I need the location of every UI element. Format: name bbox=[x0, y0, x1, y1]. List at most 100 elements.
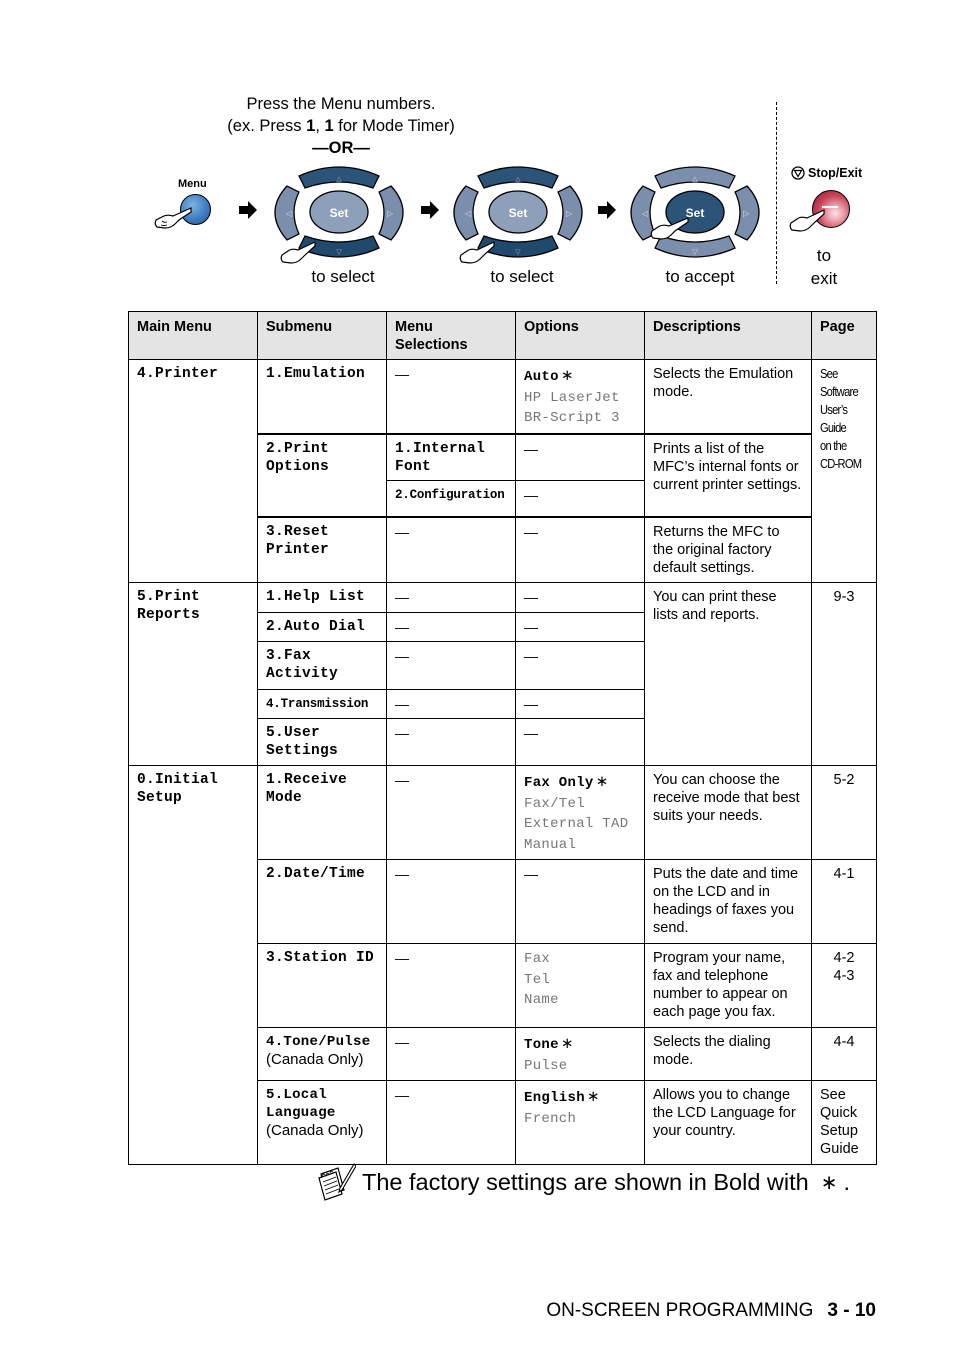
page-print-reports: 9-3 bbox=[811, 582, 877, 766]
note-text: The factory settings are shown in Bold w… bbox=[362, 1168, 809, 1195]
pointing-hand-icon bbox=[650, 217, 689, 240]
instruction-line-1: Press the Menu numbers. bbox=[246, 95, 436, 113]
header-menu-selections: Menu Selections bbox=[386, 311, 516, 360]
description-emulation: Selects the Emulation mode. bbox=[644, 359, 812, 434]
submenu-help-list: 1.Help List bbox=[257, 582, 387, 613]
option-none: — bbox=[515, 515, 645, 583]
submenu-station-id: 3.Station ID bbox=[257, 943, 387, 1028]
menu-selection: — bbox=[386, 582, 516, 613]
option: Manual bbox=[524, 836, 577, 853]
header-descriptions: Descriptions bbox=[644, 311, 812, 360]
svg-text:▽: ▽ bbox=[515, 249, 521, 256]
options-station-id: Fax Tel Name bbox=[515, 943, 645, 1028]
header-submenu: Submenu bbox=[257, 311, 387, 360]
submenu-auto-dial: 2.Auto Dial bbox=[257, 612, 387, 642]
options-receive-mode: Fax Only ∗ Fax/Tel External TAD Manual bbox=[515, 765, 645, 860]
arrow-right-icon bbox=[239, 201, 257, 219]
option-default: Auto ∗ bbox=[524, 366, 574, 385]
option-none: — bbox=[515, 432, 645, 481]
option: Fax/Tel bbox=[524, 795, 585, 812]
pointing-hand-icon bbox=[280, 241, 316, 264]
pointing-hand-icon bbox=[789, 209, 825, 232]
submenu-print-options: 2.Print Options bbox=[257, 432, 387, 517]
option-none: — bbox=[515, 641, 645, 690]
description-local-language: Allows you to change the LCD Language fo… bbox=[644, 1080, 812, 1165]
submenu-reset-printer: 3.Reset Printer bbox=[257, 515, 387, 583]
exit-caption: to exit bbox=[810, 246, 838, 288]
option: French bbox=[524, 1110, 577, 1127]
main-menu-printer: 4.Printer bbox=[128, 359, 258, 583]
page-footer: ON-SCREEN PROGRAMMING 3 - 10 bbox=[546, 1300, 876, 1322]
menu-table: Main Menu Submenu Menu Selections Option… bbox=[128, 311, 877, 1165]
option-none: — bbox=[515, 718, 645, 766]
page-printer: See Software User’s Guide on the CD-ROM bbox=[811, 359, 877, 583]
page-number: 3 - 10 bbox=[827, 1300, 876, 1321]
option: External TAD bbox=[524, 816, 629, 832]
set-label: Set bbox=[509, 206, 528, 220]
or-separator: —OR— bbox=[312, 139, 370, 157]
factory-settings-note: The factory settings are shown in Bold w… bbox=[318, 1160, 850, 1204]
svg-text:▷: ▷ bbox=[387, 209, 394, 218]
notepad-pencil-icon bbox=[318, 1163, 356, 1201]
main-menu-print-reports: 5.Print Reports bbox=[128, 582, 258, 766]
table-row: 4.Printer 1.Emulation — Auto ∗ HP LaserJe… bbox=[128, 359, 877, 583]
option: Tel bbox=[524, 971, 551, 988]
set-label: Set bbox=[330, 206, 349, 220]
option: Pulse bbox=[524, 1057, 568, 1074]
option-default: Tone ∗ bbox=[524, 1034, 574, 1053]
instruction-text: Press the Menu numbers. (ex. Press 1, 1 … bbox=[200, 93, 482, 159]
page-date-time: 4-1 bbox=[811, 859, 877, 944]
pointing-hand-icon bbox=[154, 207, 192, 229]
header-page: Page bbox=[811, 311, 877, 360]
selection-configuration: 2.Configuration bbox=[386, 480, 516, 517]
menu-button-label: Menu bbox=[178, 178, 207, 190]
menu-selection: — bbox=[386, 943, 516, 1028]
dashed-divider bbox=[776, 102, 777, 284]
table-header-row: Main Menu Submenu Menu Selections Option… bbox=[128, 311, 877, 360]
description-date-time: Puts the date and time on the LCD and in… bbox=[644, 859, 812, 944]
menu-selection: — bbox=[386, 1080, 516, 1165]
option-default: English ∗ bbox=[524, 1087, 600, 1106]
stop-icon bbox=[791, 166, 805, 180]
svg-text:▷: ▷ bbox=[743, 209, 750, 218]
svg-text:▽: ▽ bbox=[692, 249, 698, 256]
option-none: — bbox=[515, 612, 645, 642]
option-none: — bbox=[515, 689, 645, 719]
page-receive-mode: 5-2 bbox=[811, 765, 877, 860]
option-none: — bbox=[515, 480, 645, 517]
submenu-fax-activity: 3.Fax Activity bbox=[257, 641, 387, 690]
main-menu-initial-setup: 0.Initial Setup bbox=[128, 765, 258, 1165]
option: Name bbox=[524, 992, 559, 1008]
description-tone-pulse: Selects the dialing mode. bbox=[644, 1027, 812, 1081]
svg-text:◁: ◁ bbox=[642, 209, 649, 218]
svg-text:◁: ◁ bbox=[286, 209, 293, 218]
menu-selection: — bbox=[386, 689, 516, 719]
pointing-hand-icon bbox=[459, 241, 495, 264]
svg-text:◁: ◁ bbox=[465, 209, 472, 218]
section-title: ON-SCREEN PROGRAMMING bbox=[546, 1300, 814, 1321]
menu-selection: — bbox=[386, 359, 516, 434]
submenu-user-settings: 5.User Settings bbox=[257, 718, 387, 766]
option-none: — bbox=[515, 582, 645, 613]
menu-selection: — bbox=[386, 765, 516, 860]
table-row: 5.Print Reports 1.Help List — — You can … bbox=[128, 582, 877, 766]
description-print-options: Prints a list of the MFC’s internal font… bbox=[644, 432, 812, 517]
svg-text:△: △ bbox=[336, 176, 342, 183]
menu-selection: — bbox=[386, 1027, 516, 1081]
submenu-tone-pulse: 4.Tone/Pulse (Canada Only) bbox=[257, 1027, 387, 1081]
svg-text:△: △ bbox=[692, 176, 698, 183]
description-station-id: Program your name, fax and telephone num… bbox=[644, 943, 812, 1028]
arrow-right-icon bbox=[598, 201, 616, 219]
submenu-receive-mode: 1.Receive Mode bbox=[257, 765, 387, 860]
option-default: Fax Only ∗ bbox=[524, 772, 609, 791]
page-station-id: 4-2 4-3 bbox=[811, 943, 877, 1028]
arrow-right-icon bbox=[421, 201, 439, 219]
options-tone-pulse: Tone ∗ Pulse bbox=[515, 1027, 645, 1081]
submenu-transmission: 4.Transmission bbox=[257, 689, 387, 719]
step-2-caption: to select bbox=[490, 267, 554, 286]
step-3-caption: to accept bbox=[665, 267, 735, 286]
selection-internal-font: 1.Internal Font bbox=[386, 432, 516, 481]
description-reset: Returns the MFC to the original factory … bbox=[644, 515, 812, 583]
options-local-language: English ∗ French bbox=[515, 1080, 645, 1165]
description-receive-mode: You can choose the receive mode that bes… bbox=[644, 765, 812, 860]
